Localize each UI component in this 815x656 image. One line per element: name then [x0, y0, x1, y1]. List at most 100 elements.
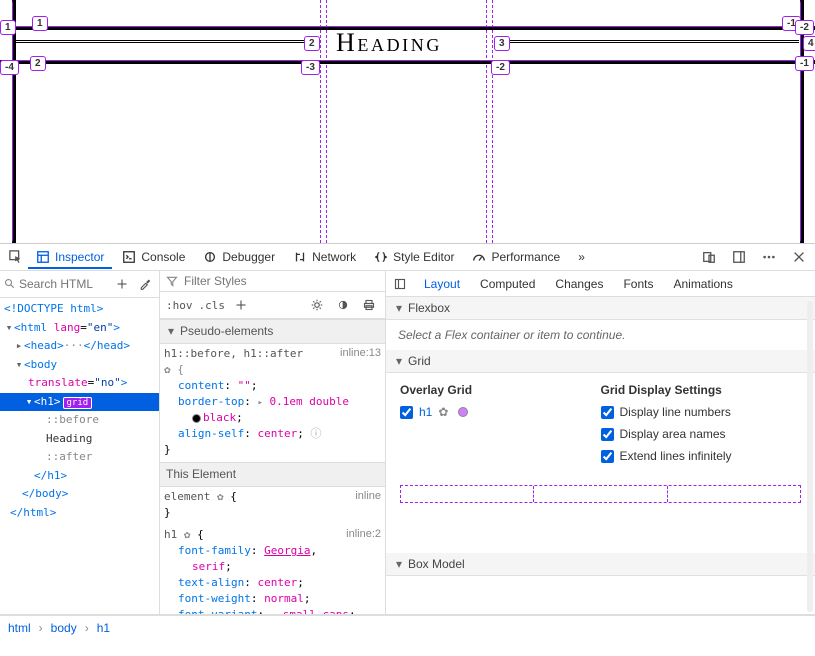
dom-doctype[interactable]: <!DOCTYPE html>: [0, 300, 159, 319]
cls-toggle[interactable]: .cls: [199, 299, 226, 312]
layout-panel: Layout Computed Changes Fonts Animations…: [386, 271, 815, 614]
rule-element[interactable]: inline element ✿ { }: [160, 487, 385, 525]
rule-src[interactable]: inline:2: [346, 527, 381, 543]
debugger-icon: [203, 250, 217, 264]
search-icon: [4, 278, 16, 290]
layout-tab-changes[interactable]: Changes: [549, 273, 609, 295]
responsive-mode-icon[interactable]: [699, 247, 719, 267]
info-icon[interactable]: ⓘ: [310, 427, 321, 440]
style-editor-icon: [374, 250, 388, 264]
grid-row-label-n1: -1: [795, 56, 814, 71]
opt-extend-lines[interactable]: Extend lines infinitely: [601, 449, 802, 463]
layout-tab-fonts[interactable]: Fonts: [617, 273, 659, 295]
grid-row-line-2: [0, 60, 815, 64]
layout-tab-animations[interactable]: Animations: [667, 273, 738, 295]
dom-before[interactable]: ::before: [0, 411, 159, 430]
close-icon[interactable]: [789, 247, 809, 267]
meatball-menu-icon[interactable]: [759, 247, 779, 267]
eyedropper-icon[interactable]: [135, 274, 155, 294]
dom-h1-close[interactable]: </h1>: [0, 467, 159, 486]
layout-sidebar-icon[interactable]: [390, 274, 410, 294]
network-icon: [293, 250, 307, 264]
grid-col-label-2: 2: [304, 36, 320, 51]
dock-mode-icon[interactable]: [729, 247, 749, 267]
grid-col-label-n2: -2: [491, 60, 510, 75]
rule-h1[interactable]: inline:2 h1 ✿ { font-family: Georgia, se…: [160, 525, 385, 614]
grid-row-label-2: 2: [30, 56, 46, 71]
dom-search-input[interactable]: [19, 277, 109, 291]
scrollbar[interactable]: [807, 301, 813, 612]
add-rule-icon[interactable]: [231, 295, 251, 315]
tabs-overflow[interactable]: »: [570, 245, 593, 269]
console-icon: [122, 250, 136, 264]
overlay-h1[interactable]: h1 ✿: [400, 405, 601, 419]
dom-body-attr[interactable]: translate="no">: [0, 374, 159, 393]
styles-filter-input[interactable]: [184, 274, 379, 288]
dom-body-close[interactable]: </body>: [0, 485, 159, 504]
mini-grid-preview: [400, 485, 801, 503]
dom-heading-text[interactable]: Heading: [0, 430, 159, 449]
grid-col-label-1: 1: [32, 16, 48, 31]
devtools-panels: <!DOCTYPE html> ▾<html lang="en"> ▸<head…: [0, 271, 815, 615]
styles-toolbar: [160, 271, 385, 292]
grid-section: Overlay Grid h1 ✿ Grid Display Settings …: [386, 373, 815, 481]
pick-element-icon[interactable]: [6, 247, 26, 267]
flexbox-accordion[interactable]: ▾Flexbox: [386, 297, 815, 320]
boxmodel-accordion[interactable]: ▾Box Model: [386, 553, 815, 576]
light-scheme-icon[interactable]: [307, 295, 327, 315]
opt-area-names[interactable]: Display area names: [601, 427, 802, 441]
dom-panel: <!DOCTYPE html> ▾<html lang="en"> ▸<head…: [0, 271, 160, 614]
rule-src[interactable]: inline: [355, 489, 381, 505]
dark-scheme-icon[interactable]: [333, 295, 353, 315]
crumb-h1[interactable]: h1: [97, 621, 110, 635]
grid-col-label-n4: -4: [0, 60, 19, 75]
tab-debugger[interactable]: Debugger: [195, 245, 283, 269]
overlay-grid-col: Overlay Grid h1 ✿: [400, 383, 601, 471]
styles-panel: :hov .cls ▾Pseudo-elements inline:13 h1:…: [160, 271, 386, 614]
tab-performance-label: Performance: [491, 250, 560, 264]
opt-line-numbers[interactable]: Display line numbers: [601, 405, 802, 419]
tab-style-editor-label: Style Editor: [393, 250, 454, 264]
breadcrumbs: html › body › h1: [0, 615, 815, 639]
rule-pseudo[interactable]: inline:13 h1::before, h1::after ✿ { cont…: [160, 344, 385, 462]
grid-col-label-3: 3: [494, 36, 510, 51]
overlay-h1-checkbox[interactable]: [400, 406, 413, 419]
styles-body[interactable]: ▾Pseudo-elements inline:13 h1::before, h…: [160, 319, 385, 614]
rule-src[interactable]: inline:13: [340, 346, 381, 362]
dom-html-open[interactable]: ▾<html lang="en">: [0, 319, 159, 338]
dom-body-open[interactable]: ▾<body: [0, 356, 159, 375]
tab-style-editor[interactable]: Style Editor: [366, 245, 462, 269]
hov-toggle[interactable]: :hov: [166, 299, 193, 312]
tab-performance[interactable]: Performance: [464, 245, 568, 269]
layout-tab-layout[interactable]: Layout: [418, 273, 466, 295]
grid-accordion[interactable]: ▾Grid: [386, 350, 815, 373]
grid-col-line-2b: [326, 0, 327, 243]
target-icon[interactable]: ✿: [438, 405, 448, 419]
this-element-header[interactable]: This Element: [160, 462, 385, 487]
toolbar-right: [699, 247, 809, 267]
dom-head[interactable]: ▸<head>···</head>: [0, 337, 159, 356]
crumb-html[interactable]: html: [8, 621, 31, 635]
crumb-sep: ›: [85, 621, 89, 635]
dom-html-close[interactable]: </html>: [0, 504, 159, 523]
dom-after[interactable]: ::after: [0, 448, 159, 467]
grid-col-label-n3: -3: [301, 60, 320, 75]
tab-console[interactable]: Console: [114, 245, 193, 269]
dom-h1-open[interactable]: ▾<h1>grid: [0, 393, 159, 412]
dom-tree[interactable]: <!DOCTYPE html> ▾<html lang="en"> ▸<head…: [0, 298, 159, 524]
tab-inspector[interactable]: Inspector: [28, 245, 112, 269]
layout-body: ▾Flexbox Select a Flex container or item…: [386, 297, 815, 614]
grid-row-label-1: 1: [0, 20, 16, 35]
tab-network[interactable]: Network: [285, 245, 364, 269]
tab-inspector-label: Inspector: [55, 250, 104, 264]
crumb-body[interactable]: body: [51, 621, 77, 635]
add-node-icon[interactable]: [112, 274, 132, 294]
grid-color-swatch[interactable]: [458, 407, 468, 417]
print-media-icon[interactable]: [359, 295, 379, 315]
crumb-sep: ›: [39, 621, 43, 635]
rule-selector[interactable]: h1::before, h1::after: [164, 347, 303, 360]
layout-tab-computed[interactable]: Computed: [474, 273, 541, 295]
filter-icon: [166, 275, 178, 287]
pseudo-elements-header[interactable]: ▾Pseudo-elements: [160, 319, 385, 344]
demo-heading: Heading: [336, 28, 442, 58]
